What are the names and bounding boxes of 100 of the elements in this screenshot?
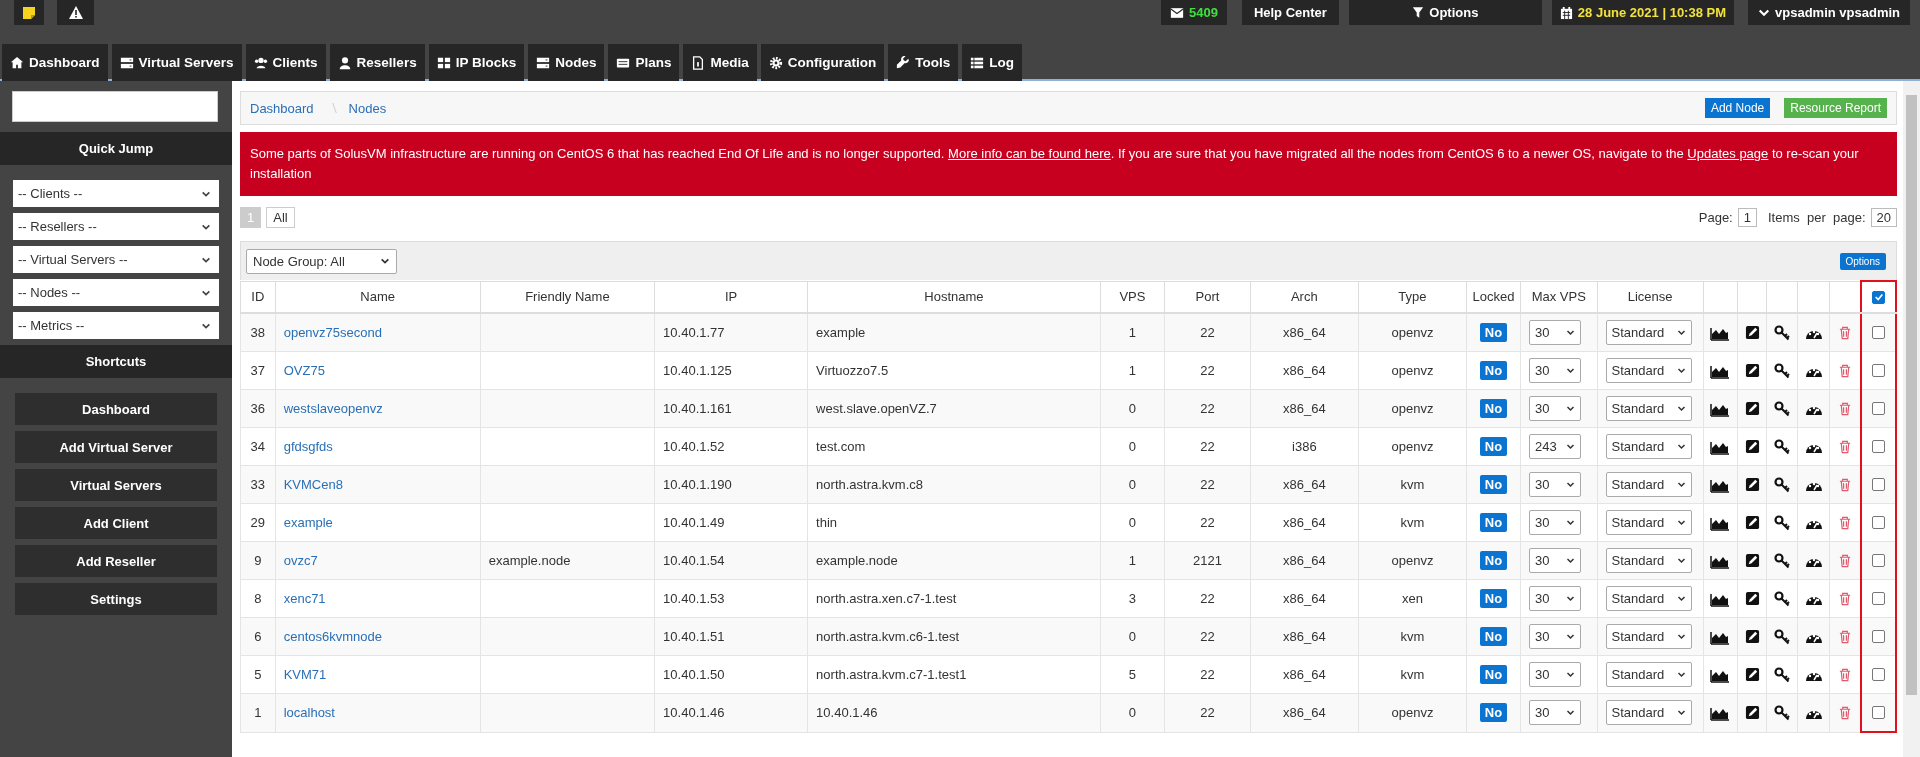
note-button[interactable] [14, 0, 44, 25]
trash-icon[interactable] [1838, 666, 1853, 683]
license-dropdown[interactable]: Standard [1605, 662, 1692, 687]
node-name-link[interactable]: KVMCen8 [283, 477, 343, 492]
license-dropdown[interactable]: Standard [1605, 700, 1692, 726]
page-link[interactable]: All [266, 206, 295, 228]
node-name-link[interactable]: OVZ75 [283, 363, 325, 378]
key-icon[interactable] [1774, 704, 1791, 721]
scrollbar-thumb[interactable] [1906, 95, 1917, 695]
row-checkbox[interactable] [1872, 668, 1886, 681]
node-name-link[interactable]: gfdsgfds [283, 439, 333, 454]
edit-icon[interactable] [1744, 325, 1760, 340]
nav-tab[interactable]: Nodes [528, 44, 605, 81]
license-dropdown[interactable]: Standard [1605, 358, 1692, 383]
license-dropdown[interactable]: Standard [1605, 586, 1692, 611]
key-icon[interactable] [1774, 590, 1791, 607]
edit-icon[interactable] [1744, 667, 1760, 682]
edit-icon[interactable] [1744, 363, 1760, 378]
key-icon[interactable] [1774, 362, 1791, 379]
nav-tab[interactable]: Resellers [329, 44, 425, 81]
edit-icon[interactable] [1744, 553, 1760, 568]
trash-icon[interactable] [1838, 590, 1853, 607]
row-checkbox[interactable] [1872, 706, 1886, 719]
max-vps-dropdown[interactable]: 30 [1529, 358, 1582, 383]
trash-icon[interactable] [1838, 552, 1853, 569]
nav-tab[interactable]: IP Blocks [428, 44, 525, 81]
nav-tab[interactable]: Log [962, 44, 1022, 81]
node-name-link[interactable]: localhost [283, 705, 335, 721]
trash-icon[interactable] [1838, 324, 1853, 341]
edit-icon[interactable] [1744, 629, 1760, 644]
license-dropdown[interactable]: Standard [1605, 624, 1692, 649]
license-dropdown[interactable]: Standard [1605, 320, 1692, 345]
node-group-dropdown[interactable]: Node Group: All [246, 248, 397, 274]
max-vps-dropdown[interactable]: 30 [1529, 548, 1582, 573]
quick-jump-dropdown[interactable]: -- Nodes -- [13, 279, 219, 306]
breadcrumb-link[interactable]: Nodes [348, 100, 387, 116]
max-vps-dropdown[interactable]: 30 [1529, 396, 1582, 421]
user-menu[interactable]: vpsadmin vpsadmin [1748, 0, 1910, 25]
node-name-link[interactable]: openvz75second [283, 325, 382, 340]
row-checkbox[interactable] [1872, 478, 1886, 491]
edit-icon[interactable] [1744, 515, 1760, 530]
key-icon[interactable] [1774, 666, 1791, 683]
node-name-link[interactable]: westslaveopenvz [283, 401, 383, 416]
row-checkbox[interactable] [1872, 592, 1886, 605]
max-vps-dropdown[interactable]: 243 [1529, 434, 1582, 459]
scrollbar[interactable] [1903, 81, 1920, 757]
license-dropdown[interactable]: Standard [1605, 434, 1692, 459]
shortcut-button[interactable]: Dashboard [15, 393, 217, 425]
nav-tab[interactable]: Clients [245, 44, 326, 81]
max-vps-dropdown[interactable]: 30 [1529, 586, 1582, 611]
link[interactable]: Updates page [1687, 146, 1769, 161]
license-dropdown[interactable]: Standard [1605, 472, 1692, 497]
warning-button[interactable] [57, 0, 94, 25]
edit-icon[interactable] [1744, 477, 1760, 492]
options-button[interactable]: Options [1839, 252, 1886, 270]
breadcrumb-link[interactable]: Dashboard [250, 100, 314, 116]
edit-icon[interactable] [1744, 401, 1760, 416]
key-icon[interactable] [1774, 400, 1791, 417]
trash-icon[interactable] [1838, 476, 1853, 493]
row-checkbox[interactable] [1872, 402, 1886, 415]
nav-tab[interactable]: Media [683, 44, 757, 81]
edit-icon[interactable] [1744, 705, 1760, 721]
key-icon[interactable] [1774, 438, 1791, 455]
row-checkbox[interactable] [1872, 440, 1886, 453]
header-button[interactable]: Add Node [1704, 98, 1771, 118]
license-dropdown[interactable]: Standard [1605, 396, 1692, 421]
key-icon[interactable] [1774, 552, 1791, 569]
row-checkbox[interactable] [1872, 326, 1886, 339]
messages-button[interactable]: 5409 [1160, 0, 1227, 25]
trash-icon[interactable] [1838, 362, 1853, 379]
edit-icon[interactable] [1744, 591, 1760, 606]
node-name-link[interactable]: xenc71 [283, 591, 326, 606]
nav-tab[interactable]: Virtual Servers [111, 44, 242, 81]
trash-icon[interactable] [1838, 628, 1853, 645]
page-field[interactable]: 1 [1737, 207, 1757, 227]
select-all-checkbox[interactable] [1872, 290, 1886, 304]
key-icon[interactable] [1774, 476, 1791, 493]
shortcut-button[interactable]: Add Reseller [15, 545, 217, 577]
max-vps-dropdown[interactable]: 30 [1529, 700, 1582, 726]
max-vps-dropdown[interactable]: 30 [1529, 320, 1582, 345]
row-checkbox[interactable] [1872, 364, 1886, 377]
shortcut-button[interactable]: Virtual Servers [15, 469, 217, 501]
node-name-link[interactable]: example [283, 515, 333, 530]
max-vps-dropdown[interactable]: 30 [1529, 624, 1582, 649]
nav-tab[interactable]: Tools [888, 44, 959, 81]
quick-jump-dropdown[interactable]: -- Virtual Servers -- [13, 246, 219, 273]
trash-icon[interactable] [1838, 400, 1853, 417]
quick-jump-dropdown[interactable]: -- Resellers -- [13, 213, 219, 240]
edit-icon[interactable] [1744, 439, 1760, 454]
max-vps-dropdown[interactable]: 30 [1529, 472, 1582, 497]
trash-icon[interactable] [1838, 514, 1853, 531]
help-center-button[interactable]: Help Center [1241, 0, 1339, 25]
quick-jump-dropdown[interactable]: -- Clients -- [13, 180, 219, 207]
shortcut-button[interactable]: Settings [15, 583, 217, 615]
key-icon[interactable] [1774, 628, 1791, 645]
node-name-link[interactable]: centos6kvmnode [283, 629, 382, 644]
trash-icon[interactable] [1838, 438, 1853, 455]
node-name-link[interactable]: ovzc7 [283, 553, 318, 568]
row-checkbox[interactable] [1872, 630, 1886, 643]
quick-jump-dropdown[interactable]: -- Metrics -- [13, 312, 219, 339]
